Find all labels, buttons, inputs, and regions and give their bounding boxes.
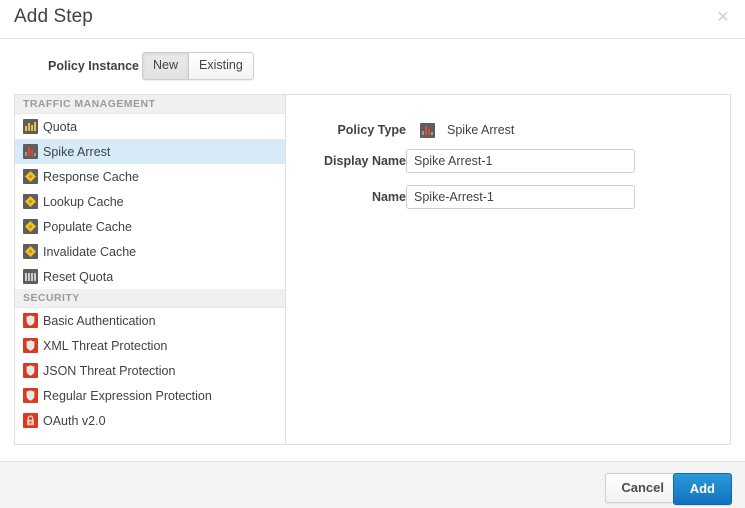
spike-arrest-bars-icon — [420, 123, 435, 138]
policy-list-item-label: OAuth v2.0 — [43, 414, 106, 428]
policy-list-item-label: Quota — [43, 120, 77, 134]
dialog-body-panel: TRAFFIC MANAGEMENT Quota Spike Arrest Respo… — [14, 94, 731, 445]
add-step-dialog: Add Step ✕ Policy Instance New Existing … — [0, 0, 745, 508]
cache-diamond-icon — [23, 219, 38, 234]
cache-diamond-icon — [23, 194, 38, 209]
policy-list-item-label: XML Threat Protection — [43, 339, 167, 353]
quota-bars-icon — [23, 119, 38, 134]
policy-list-item-label: Lookup Cache — [43, 195, 124, 209]
policy-type-row: Policy Type Spike Arrest — [286, 118, 730, 142]
name-label: Name — [286, 185, 406, 209]
policy-list-item-label: Populate Cache — [43, 220, 132, 234]
shield-icon — [23, 363, 38, 378]
dialog-header: Add Step ✕ — [0, 0, 745, 39]
shield-icon — [23, 338, 38, 353]
display-name-label: Display Name — [286, 149, 406, 173]
policy-instance-toggle: New Existing — [142, 52, 254, 80]
policy-list-item-label: Reset Quota — [43, 270, 113, 284]
policy-list-item[interactable]: Invalidate Cache — [15, 239, 285, 264]
tab-existing[interactable]: Existing — [188, 52, 254, 80]
policy-list-item-label: Response Cache — [43, 170, 139, 184]
section-header: SECURITY — [15, 289, 285, 308]
display-name-row: Display Name — [286, 149, 730, 173]
policy-instance-label: Policy Instance — [48, 59, 139, 73]
policy-list-item[interactable]: Lookup Cache — [15, 189, 285, 214]
section-header: TRAFFIC MANAGEMENT — [15, 95, 285, 114]
policy-list-item[interactable]: Populate Cache — [15, 214, 285, 239]
policy-list-item-label: Basic Authentication — [43, 314, 156, 328]
name-row: Name — [286, 185, 730, 209]
policy-list-item[interactable]: Reset Quota — [15, 264, 285, 289]
policy-list-item-label: Regular Expression Protection — [43, 389, 212, 403]
display-name-input[interactable] — [406, 149, 635, 173]
policy-list-item[interactable]: Regular Expression Protection — [15, 383, 285, 408]
policy-type-text: Spike Arrest — [447, 123, 514, 137]
cancel-button[interactable]: Cancel — [605, 473, 680, 503]
spike-arrest-bars-icon — [23, 144, 38, 159]
policy-type-label: Policy Type — [286, 118, 406, 142]
policy-type-value: Spike Arrest — [420, 118, 514, 142]
page-title: Add Step — [14, 6, 93, 28]
policy-list-item[interactable]: Basic Authentication — [15, 308, 285, 333]
policy-list-item-label: Spike Arrest — [43, 145, 110, 159]
tab-new[interactable]: New — [142, 52, 188, 80]
policy-list-item-label: Invalidate Cache — [43, 245, 136, 259]
policy-list-item[interactable]: JSON Threat Protection — [15, 358, 285, 383]
policy-list-sidebar[interactable]: TRAFFIC MANAGEMENT Quota Spike Arrest Respo… — [15, 95, 286, 444]
policy-list-item-label: JSON Threat Protection — [43, 364, 175, 378]
shield-icon — [23, 313, 38, 328]
policy-list-item[interactable]: OAuth v2.0 — [15, 408, 285, 433]
policy-list-item[interactable]: Quota — [15, 114, 285, 139]
policy-list-item[interactable]: Response Cache — [15, 164, 285, 189]
policy-instance-row: Policy Instance New Existing — [0, 52, 745, 82]
policy-list-item[interactable]: Spike Arrest — [15, 139, 285, 164]
lock-icon — [23, 413, 38, 428]
reset-quota-bars-icon — [23, 269, 38, 284]
add-button[interactable]: Add — [673, 473, 732, 505]
shield-icon — [23, 388, 38, 403]
policy-detail-form: Policy Type Spike Arrest Display Name Na… — [286, 95, 730, 444]
cache-diamond-icon — [23, 244, 38, 259]
cache-diamond-icon — [23, 169, 38, 184]
name-input[interactable] — [406, 185, 635, 209]
dialog-footer: Cancel Add — [0, 461, 745, 508]
policy-list-item[interactable]: XML Threat Protection — [15, 333, 285, 358]
close-icon[interactable]: ✕ — [714, 8, 732, 26]
